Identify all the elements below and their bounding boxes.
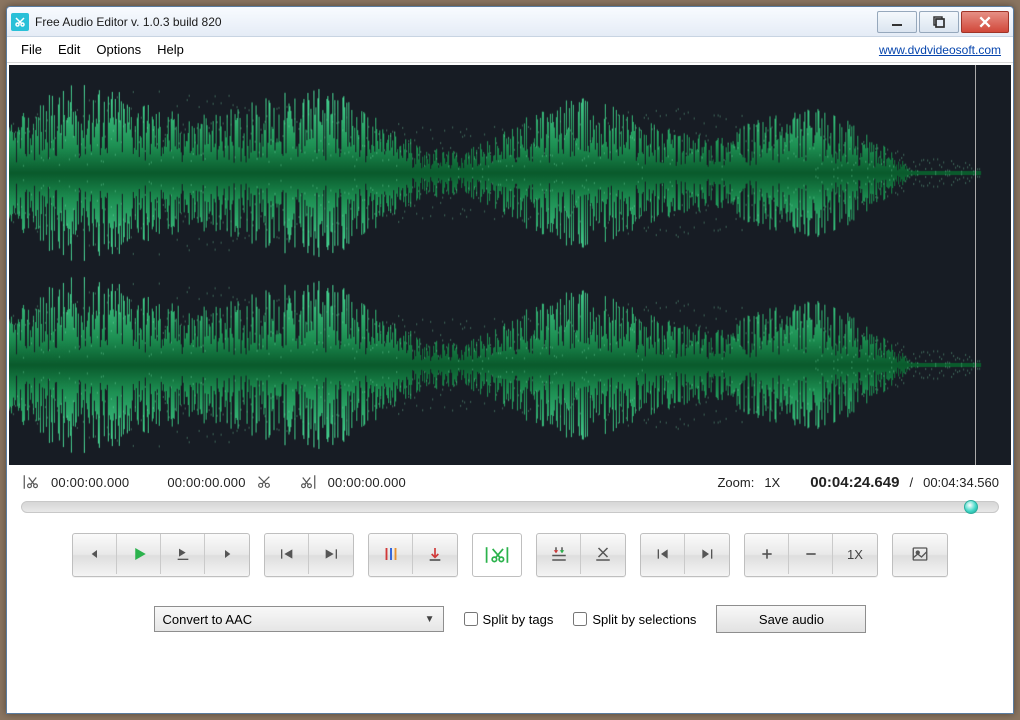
split-by-selections-checkbox[interactable]: Split by selections (573, 612, 696, 627)
clip-time: 00:00:00.000 (328, 475, 406, 490)
progress-slider[interactable] (21, 501, 999, 513)
play-selection-button[interactable] (161, 534, 205, 574)
skip-forward-button[interactable] (309, 534, 353, 574)
total-time: 00:04:34.560 (923, 475, 999, 490)
play-button[interactable] (117, 534, 161, 574)
convert-format-dropdown[interactable]: Convert to AAC ▼ (154, 606, 444, 632)
markers-button[interactable] (369, 534, 413, 574)
split-by-tags-label: Split by tags (483, 612, 554, 627)
selection-end-time: 00:00:00.000 (167, 475, 245, 490)
zoom-level-button[interactable]: 1X (833, 534, 877, 574)
position-time: 00:04:24.649 (810, 474, 899, 491)
bottom-row: Convert to AAC ▼ Split by tags Split by … (7, 591, 1013, 653)
menu-help[interactable]: Help (149, 40, 192, 59)
goto-end-button[interactable] (685, 534, 729, 574)
zoom-group: 1X (744, 533, 878, 577)
clip-start-icon (298, 473, 318, 491)
edit-group (536, 533, 626, 577)
timecode-row: 00:00:00.000 00:00:00.000 00:00:00.000 Z… (7, 465, 1013, 495)
window-title: Free Audio Editor v. 1.0.3 build 820 (35, 15, 877, 29)
insert-button[interactable] (537, 534, 581, 574)
chevron-down-icon: ▼ (425, 614, 435, 625)
app-icon (11, 13, 29, 31)
next-frame-button[interactable] (205, 534, 249, 574)
time-separator: / (909, 475, 913, 490)
goto-group (640, 533, 730, 577)
cut-selection-button[interactable] (472, 533, 522, 577)
waveform-display[interactable] (9, 65, 1011, 465)
playback-group (72, 533, 250, 577)
snapshot-button[interactable] (893, 534, 947, 574)
selection-start-icon (21, 473, 41, 491)
window-controls (877, 11, 1009, 33)
skip-back-button[interactable] (265, 534, 309, 574)
maximize-button[interactable] (919, 11, 959, 33)
vendor-link[interactable]: www.dvdvideosoft.com (879, 43, 1007, 57)
convert-format-value: Convert to AAC (163, 612, 253, 627)
save-audio-button[interactable]: Save audio (716, 605, 866, 633)
add-marker-button[interactable] (413, 534, 457, 574)
zoom-out-button[interactable] (789, 534, 833, 574)
menubar: File Edit Options Help www.dvdvideosoft.… (7, 37, 1013, 63)
prev-frame-button[interactable] (73, 534, 117, 574)
split-by-tags-input[interactable] (464, 612, 478, 626)
split-by-tags-checkbox[interactable]: Split by tags (464, 612, 554, 627)
menu-options[interactable]: Options (88, 40, 149, 59)
zoom-label: Zoom: (717, 475, 754, 490)
menu-edit[interactable]: Edit (50, 40, 88, 59)
toolbar: 1X (7, 519, 1013, 591)
skip-group (264, 533, 354, 577)
delete-button[interactable] (581, 534, 625, 574)
snapshot-group (892, 533, 948, 577)
split-by-selections-input[interactable] (573, 612, 587, 626)
save-audio-label: Save audio (759, 612, 824, 627)
menu-file[interactable]: File (13, 40, 50, 59)
goto-start-button[interactable] (641, 534, 685, 574)
selection-start-time: 00:00:00.000 (51, 475, 129, 490)
zoom-value: 1X (764, 475, 780, 490)
progress-knob[interactable] (964, 500, 978, 514)
scissors-icon (256, 474, 272, 490)
minimize-button[interactable] (877, 11, 917, 33)
titlebar: Free Audio Editor v. 1.0.3 build 820 (7, 7, 1013, 37)
app-window: Free Audio Editor v. 1.0.3 build 820 Fil… (6, 6, 1014, 714)
zoom-in-button[interactable] (745, 534, 789, 574)
close-button[interactable] (961, 11, 1009, 33)
playhead-cursor (975, 65, 976, 465)
split-by-selections-label: Split by selections (592, 612, 696, 627)
marker-group (368, 533, 458, 577)
